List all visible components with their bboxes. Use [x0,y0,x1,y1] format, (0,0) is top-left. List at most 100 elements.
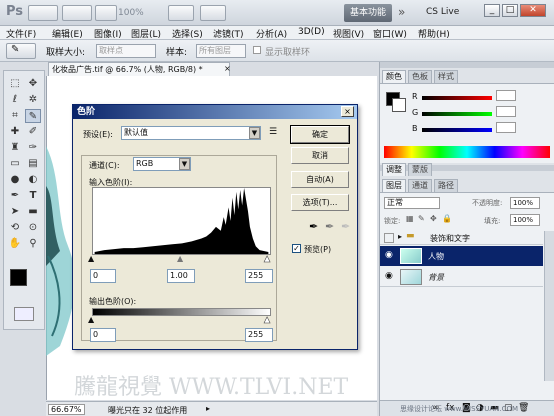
channel-r-slider[interactable] [422,96,492,100]
minimize-button[interactable]: _ [484,4,500,17]
tab-paths[interactable]: 路径 [434,179,458,192]
input-white-field[interactable]: 255 [245,269,273,283]
layer-name[interactable]: 背景 [428,272,444,283]
tab-masks[interactable]: 蒙版 [408,163,432,176]
eye-icon[interactable]: ◉ [385,250,393,260]
tab-styles[interactable]: 样式 [434,70,458,83]
input-slider-track[interactable]: ▲ ▲ ▲ [88,254,271,264]
channel-dropdown-icon[interactable]: ▼ [179,158,190,170]
clone-stamp-tool-icon[interactable]: ♜ [7,141,23,155]
sample-layers-select[interactable]: 所有图层 [196,44,246,58]
channel-b-input[interactable] [496,122,516,133]
auto-button[interactable]: 自动(A) [291,171,349,188]
input-gamma-slider-icon[interactable]: ▲ [177,254,183,263]
3d-rotate-tool-icon[interactable]: ⟲ [7,221,23,235]
layers-scrollbar[interactable] [544,231,554,381]
lock-transparent-icon[interactable]: ▦ [406,214,414,223]
output-white-slider-icon[interactable]: ▲ [264,315,271,325]
output-black-field[interactable]: 0 [90,328,116,342]
output-slider-track[interactable]: ▲ ▲ [88,315,271,325]
ok-button[interactable]: 确定 [290,125,350,144]
lock-image-icon[interactable]: ✎ [418,214,425,223]
tab-layers[interactable]: 图层 [382,179,406,192]
menu-select[interactable]: 选择(S) [172,27,203,40]
color-bg-swatch[interactable] [392,98,406,112]
tab-color[interactable]: 颜色 [382,70,406,83]
panel-grip[interactable] [380,62,554,68]
move-tool-icon[interactable]: ✥ [25,77,41,91]
menu-3d[interactable]: 3D(D) [298,27,325,37]
workspace-button[interactable]: 基本功能 [344,4,392,22]
preset-select[interactable]: 默认值 [121,126,261,140]
channel-g-slider[interactable] [422,112,492,116]
quick-mask-icon[interactable] [14,307,34,321]
zoom-tool-icon[interactable]: ⚲ [25,237,41,251]
layer-name[interactable]: 装饰和文字 [430,233,470,244]
layer-row-background[interactable]: ◉ 背景 [380,267,543,287]
delete-layer-icon[interactable]: 🗑 [518,403,529,413]
brush-tool-icon[interactable]: ✐ [25,125,41,139]
lock-all-icon[interactable]: 🔒 [442,214,452,223]
more-workspaces-icon[interactable]: » [398,5,405,19]
dialog-close-button[interactable]: × [341,106,354,117]
cs-live-button[interactable]: CS Live [426,7,474,21]
white-eyedropper-icon[interactable]: ✒ [341,220,350,233]
crop-tool-icon[interactable]: ⌗ [7,109,23,123]
view-extras-button[interactable] [95,5,117,21]
panel-grip-2[interactable] [380,165,554,171]
group-expand-icon[interactable]: ▸ [398,232,402,241]
channel-b-slider[interactable] [422,128,492,132]
cancel-button[interactable]: 取消 [291,147,349,164]
lasso-tool-icon[interactable]: ℓ [7,93,23,107]
eyedropper-tool-icon[interactable]: ✎ [25,109,41,123]
show-sampling-ring-checkbox[interactable] [253,46,261,54]
preset-options-icon[interactable]: ☰ [269,127,277,137]
input-white-slider-icon[interactable]: ▲ [264,254,271,264]
output-black-slider-icon[interactable]: ▲ [88,315,94,324]
layer-row-group[interactable]: ▸ ▬ 装饰和文字 [380,231,543,245]
menu-filter[interactable]: 滤镜(T) [213,27,244,40]
path-selection-tool-icon[interactable]: ➤ [7,205,23,219]
input-gamma-field[interactable]: 1.00 [167,269,195,283]
preset-dropdown-icon[interactable]: ▼ [249,127,260,139]
close-button[interactable]: ✕ [520,4,546,17]
blur-tool-icon[interactable]: ● [7,173,23,187]
black-eyedropper-icon[interactable]: ✒ [309,220,318,233]
eye-icon[interactable]: ◉ [385,271,393,281]
bridge-button[interactable] [28,5,58,21]
layer-name[interactable]: 人物 [428,251,444,262]
channel-r-input[interactable] [496,90,516,101]
layer-row-selected[interactable]: ◉ 人物 [380,246,543,266]
document-tab[interactable]: 化妆品广告.tif @ 66.7% (人物, RGB/8) * [48,62,230,76]
menu-window[interactable]: 窗口(W) [373,27,407,40]
menu-edit[interactable]: 编辑(E) [52,27,83,40]
shape-tool-icon[interactable]: ▬ [25,205,41,219]
menu-analysis[interactable]: 分析(A) [256,27,287,40]
close-document-icon[interactable]: × [224,64,231,73]
tool-preset-picker[interactable]: ✎ [6,43,36,59]
gradient-tool-icon[interactable]: ▤ [25,157,41,171]
status-menu-arrow-icon[interactable]: ▸ [206,404,210,413]
input-black-slider-icon[interactable]: ▲ [88,254,94,263]
menu-help[interactable]: 帮助(H) [418,27,450,40]
gray-eyedropper-icon[interactable]: ✒ [325,220,334,233]
screen-mode-button[interactable] [200,5,226,21]
menu-file[interactable]: 文件(F) [6,27,36,40]
pen-tool-icon[interactable]: ✒ [7,189,23,203]
tab-channels[interactable]: 通道 [408,179,432,192]
options-button[interactable]: 选项(T)... [291,194,349,211]
history-brush-tool-icon[interactable]: ✑ [25,141,41,155]
tab-adjustments[interactable]: 调整 [382,163,406,176]
zoom-status[interactable]: 66.67% [48,404,85,415]
menu-view[interactable]: 视图(V) [333,27,364,40]
maximize-button[interactable]: □ [502,4,518,17]
hand-tool-icon[interactable]: ✋ [7,237,23,251]
channel-g-input[interactable] [496,106,516,117]
menu-image[interactable]: 图像(I) [94,27,122,40]
healing-brush-tool-icon[interactable]: ✚ [7,125,23,139]
quick-select-tool-icon[interactable]: ✲ [25,93,41,107]
marquee-tool-icon[interactable]: ⬚ [7,77,23,91]
blend-mode-select[interactable]: 正常 [384,197,440,209]
tab-swatches[interactable]: 色板 [408,70,432,83]
dodge-tool-icon[interactable]: ◐ [25,173,41,187]
